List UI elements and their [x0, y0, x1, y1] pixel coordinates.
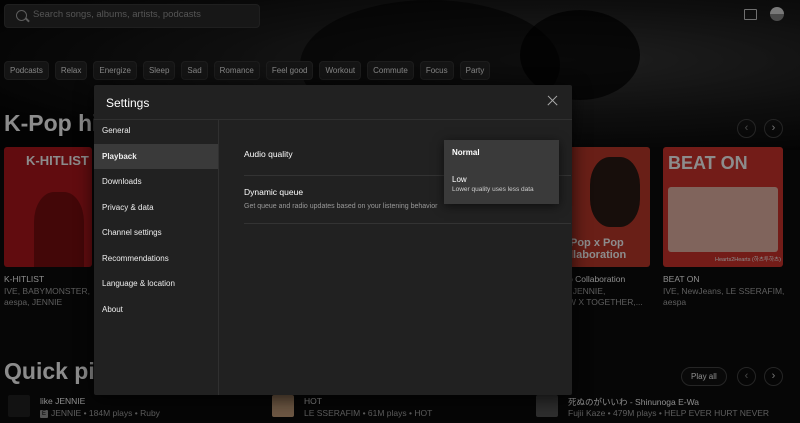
settings-nav-language[interactable]: Language & location	[94, 271, 218, 296]
settings-nav-channel[interactable]: Channel settings	[94, 220, 218, 245]
settings-nav-general[interactable]: General	[94, 118, 218, 143]
divider	[244, 223, 571, 224]
audio-quality-label[interactable]: Audio quality	[244, 149, 293, 159]
divider	[218, 120, 219, 395]
settings-nav-about[interactable]: About	[94, 297, 218, 322]
dynamic-queue-label[interactable]: Dynamic queue	[244, 187, 303, 197]
dynamic-queue-desc: Get queue and radio updates based on you…	[244, 203, 438, 210]
close-icon[interactable]	[546, 95, 558, 107]
settings-dialog: Settings General Playback Downloads Priv…	[94, 85, 572, 395]
option-normal[interactable]: Normal	[452, 148, 480, 157]
settings-nav-playback[interactable]: Playback	[94, 144, 218, 169]
settings-nav-downloads[interactable]: Downloads	[94, 169, 218, 194]
settings-nav-recommendations[interactable]: Recommendations	[94, 246, 218, 271]
audio-quality-dropdown[interactable]: Normal Low Lower quality uses less data	[444, 140, 559, 204]
option-low[interactable]: Low	[452, 175, 467, 184]
dialog-title: Settings	[106, 96, 150, 110]
option-low-desc: Lower quality uses less data	[452, 186, 534, 193]
settings-nav-privacy[interactable]: Privacy & data	[94, 195, 218, 220]
